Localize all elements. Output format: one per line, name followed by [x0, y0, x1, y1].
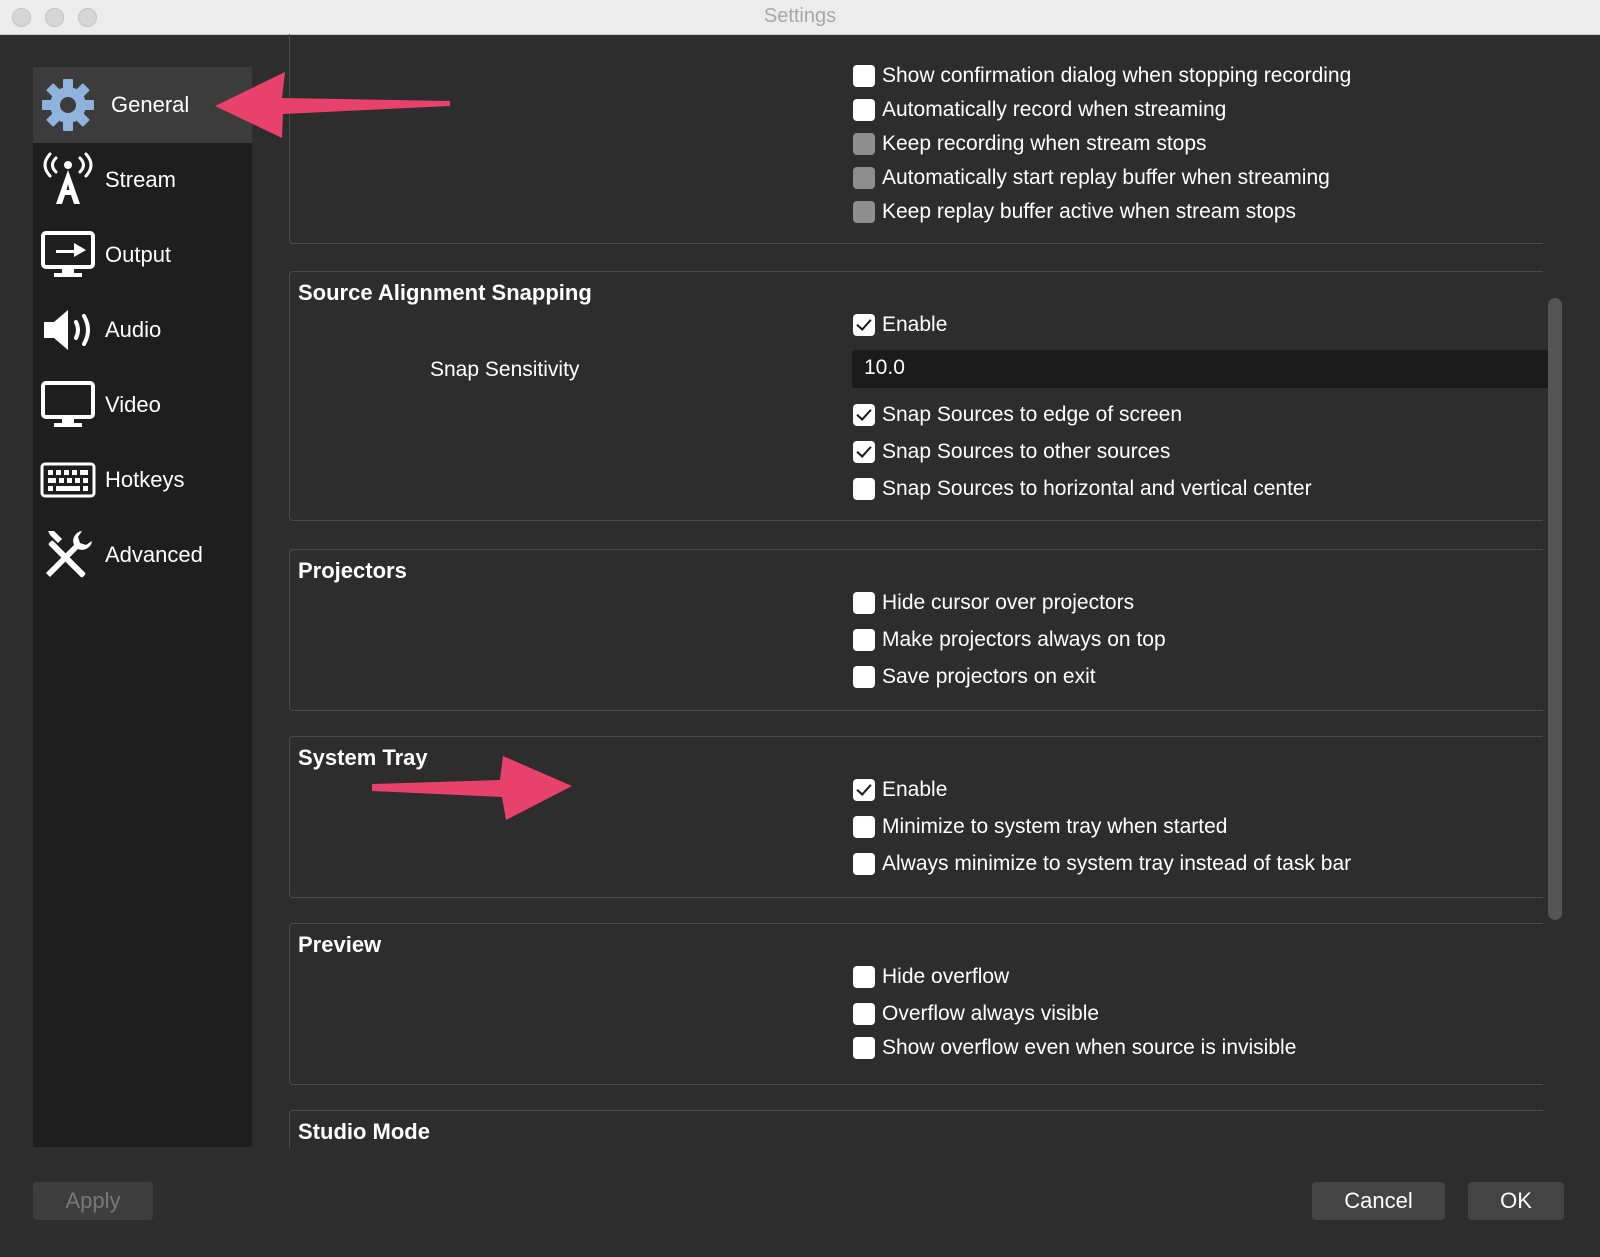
hide-overflow-checkbox[interactable]	[853, 966, 875, 988]
sidebar-item-audio[interactable]: Audio	[33, 292, 252, 368]
snap-sensitivity-value: 10.0	[864, 356, 905, 379]
group-title: Preview	[298, 932, 382, 957]
title-bar: Settings	[0, 0, 1600, 35]
gear-icon	[42, 79, 94, 131]
apply-button[interactable]: Apply	[33, 1182, 153, 1220]
cancel-button[interactable]: Cancel	[1312, 1182, 1445, 1220]
settings-sidebar: General Stream Output Audio Video Hotkey…	[33, 67, 252, 1147]
always-minimize-tray-checkbox[interactable]	[853, 853, 875, 875]
system-tray-enable-checkbox[interactable]	[853, 779, 875, 801]
settings-content: Show confirmation dialog when stopping r…	[252, 34, 1548, 1149]
system-tray-group: System Tray Enable Minimize to system tr…	[289, 736, 1543, 898]
sidebar-item-advanced[interactable]: Advanced	[33, 517, 252, 593]
studio-mode-group: Studio Mode	[289, 1110, 1543, 1149]
snap-edge-checkbox[interactable]	[853, 404, 875, 426]
output-group: Show confirmation dialog when stopping r…	[289, 34, 1543, 244]
keyboard-icon	[40, 462, 96, 498]
snap-sensitivity-spinbox[interactable]: 10.0	[852, 350, 1548, 388]
preview-group: Preview Hide overflow Overflow always vi…	[289, 923, 1543, 1085]
confirm-stop-recording-checkbox[interactable]	[853, 65, 875, 87]
sidebar-item-label: Advanced	[105, 542, 203, 567]
sidebar-item-label: Video	[105, 392, 161, 417]
sidebar-item-label: Audio	[105, 317, 162, 342]
snap-sensitivity-label: Snap Sensitivity	[430, 358, 580, 381]
sidebar-item-general[interactable]: General	[33, 67, 252, 143]
auto-replay-buffer-checkbox	[853, 167, 875, 189]
hide-cursor-checkbox[interactable]	[853, 592, 875, 614]
auto-record-checkbox[interactable]	[853, 99, 875, 121]
tools-icon	[46, 531, 92, 578]
sidebar-item-label: Hotkeys	[105, 467, 185, 492]
settings-window: Settings General Stream Output Audio Vid…	[0, 0, 1600, 1257]
sidebar-item-output[interactable]: Output	[33, 217, 252, 293]
sidebar-item-stream[interactable]: Stream	[33, 142, 252, 218]
ok-button[interactable]: OK	[1468, 1182, 1564, 1220]
monitor-output-icon	[41, 231, 95, 277]
save-projectors-checkbox[interactable]	[853, 666, 875, 688]
group-title: Source Alignment Snapping	[298, 280, 592, 305]
projectors-on-top-checkbox[interactable]	[853, 629, 875, 651]
overflow-invisible-checkbox[interactable]	[853, 1037, 875, 1059]
antenna-icon	[43, 152, 93, 204]
sidebar-item-hotkeys[interactable]: Hotkeys	[33, 442, 252, 518]
sidebar-item-label: General	[111, 92, 190, 117]
snapping-enable-checkbox[interactable]	[853, 314, 875, 336]
group-title: Projectors	[298, 558, 407, 583]
overflow-visible-checkbox[interactable]	[853, 1003, 875, 1025]
keep-recording-checkbox	[853, 133, 875, 155]
content-scrollbar[interactable]	[1548, 298, 1562, 920]
monitor-icon	[41, 381, 95, 427]
speaker-icon	[44, 310, 90, 350]
group-title: System Tray	[298, 745, 428, 770]
sidebar-item-video[interactable]: Video	[33, 367, 252, 443]
window-title: Settings	[763, 5, 837, 27]
snap-sources-checkbox[interactable]	[853, 441, 875, 463]
group-title: Studio Mode	[298, 1119, 430, 1144]
sidebar-item-label: Output	[105, 242, 172, 267]
minimize-tray-started-checkbox[interactable]	[853, 816, 875, 838]
keep-replay-buffer-checkbox	[853, 201, 875, 223]
projectors-group: Projectors Hide cursor over projectors M…	[289, 549, 1543, 711]
snap-center-checkbox[interactable]	[853, 478, 875, 500]
sidebar-item-label: Stream	[105, 167, 176, 192]
snapping-group: Source Alignment Snapping Enable Snap Se…	[289, 271, 1548, 521]
